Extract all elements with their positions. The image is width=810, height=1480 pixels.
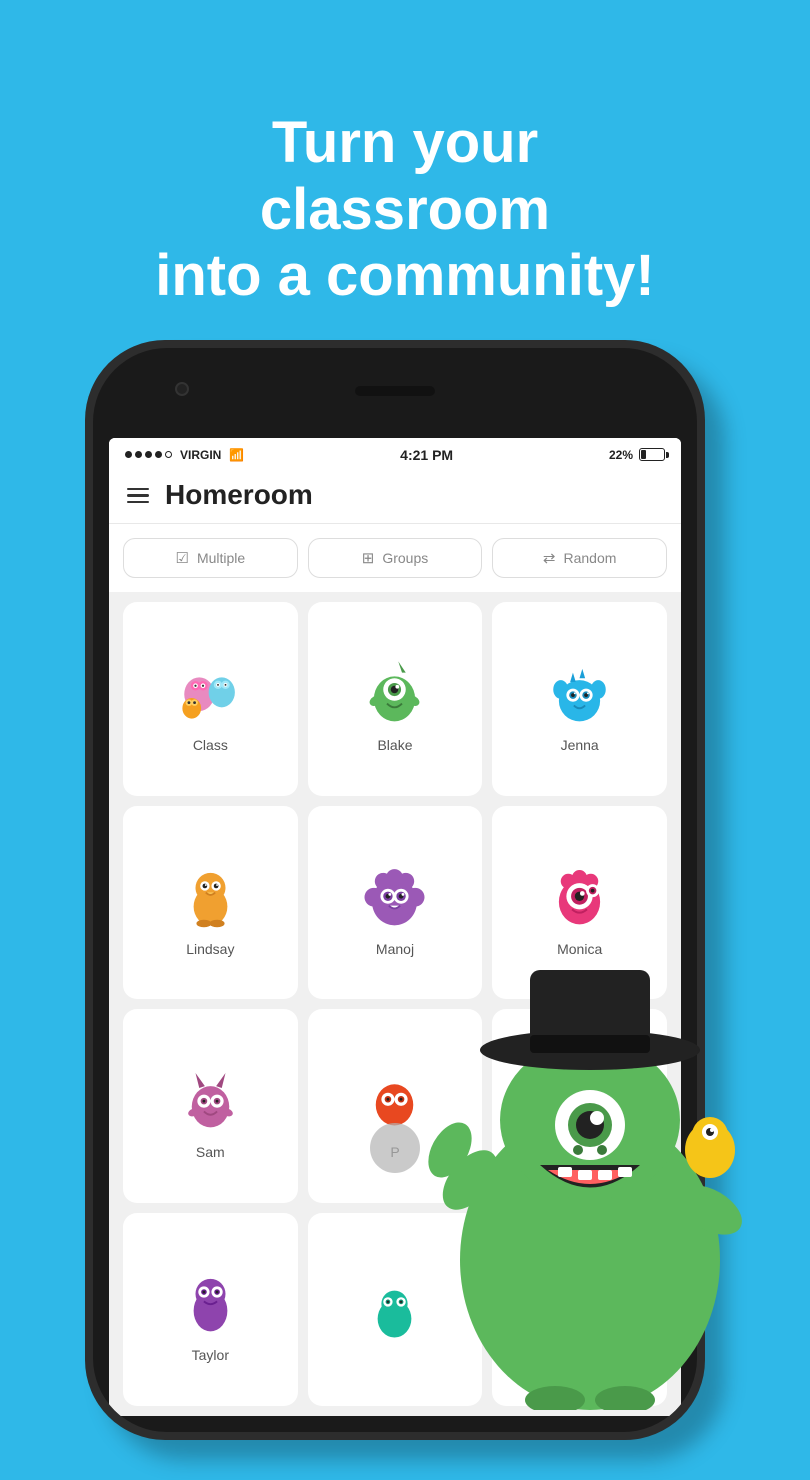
monster-green-svg <box>357 652 432 727</box>
student-card-sam[interactable]: Sam <box>123 1009 298 1202</box>
action-buttons-row: ☑ Multiple ⊞ Groups ⇄ Random <box>109 524 681 592</box>
app-title: Homeroom <box>165 479 313 511</box>
random-label: Random <box>564 550 617 566</box>
hero-line1: Turn your classroom <box>260 110 550 242</box>
avatar-jenna <box>540 649 620 729</box>
avatar-class <box>170 649 250 729</box>
groups-button[interactable]: ⊞ Groups <box>308 538 483 578</box>
random-button[interactable]: ⇄ Random <box>492 538 667 578</box>
avatar-sam <box>170 1056 250 1136</box>
student-card-extra1[interactable] <box>308 1213 483 1406</box>
student-card-blake2[interactable]: Blake <box>492 1009 667 1202</box>
student-card-class[interactable]: Class <box>123 602 298 795</box>
signal-dot-3 <box>145 451 152 458</box>
student-card-blake1[interactable]: Blake <box>308 602 483 795</box>
students-grid: Class <box>109 592 681 1416</box>
monster-purple-svg <box>357 855 432 930</box>
hamburger-line-3 <box>127 501 149 504</box>
multiple-icon: ☑ <box>175 549 188 567</box>
groups-icon: ⊞ <box>362 549 375 567</box>
phone-camera <box>175 382 189 396</box>
student-name-blake1: Blake <box>377 737 412 753</box>
groups-label: Groups <box>382 550 428 566</box>
avatar-blake2 <box>540 1056 620 1136</box>
student-name-jenna: Jenna <box>561 737 599 753</box>
signal-dot-1 <box>125 451 132 458</box>
phone-speaker <box>355 386 435 396</box>
avatar-monica <box>540 853 620 933</box>
monster-yellow-svg <box>542 1058 617 1133</box>
hamburger-line-2 <box>127 494 149 497</box>
hamburger-line-1 <box>127 488 149 491</box>
student-name-manoj: Manoj <box>376 941 414 957</box>
status-right: 22% <box>609 448 665 462</box>
signal-dot-4 <box>155 451 162 458</box>
student-name-taylor: Taylor <box>192 1347 229 1363</box>
student-card-lindsay[interactable]: Lindsay <box>123 806 298 999</box>
monster-extra1-svg <box>357 1270 432 1345</box>
signal-dots <box>125 451 172 458</box>
student-name-monica: Monica <box>557 941 602 957</box>
student-card-jenna[interactable]: Jenna <box>492 602 667 795</box>
carrier-name: VIRGIN <box>180 448 221 462</box>
random-icon: ⇄ <box>543 549 556 567</box>
avatar-lindsay <box>170 853 250 933</box>
monster-dark-svg <box>542 1270 617 1345</box>
battery-fill <box>641 450 646 459</box>
avatar-blake1 <box>355 649 435 729</box>
student-name-sam: Sam <box>196 1144 225 1160</box>
battery-icon <box>639 448 665 461</box>
monster-taylor-svg <box>173 1262 248 1337</box>
signal-dot-2 <box>135 451 142 458</box>
battery-percent: 22% <box>609 448 633 462</box>
student-card-monica[interactable]: Monica <box>492 806 667 999</box>
signal-dot-5 <box>165 451 172 458</box>
student-name-lindsay: Lindsay <box>186 941 234 957</box>
phone-inner: VIRGIN 📶 4:21 PM 22% <box>93 348 697 1432</box>
avatar-extra1 <box>355 1267 435 1347</box>
avatar-extra2 <box>540 1267 620 1347</box>
hero-section: Turn your classroom into a community! <box>0 50 810 340</box>
phone-body: VIRGIN 📶 4:21 PM 22% <box>85 340 705 1440</box>
status-bar: VIRGIN 📶 4:21 PM 22% <box>109 438 681 467</box>
student-card-taylor[interactable]: Taylor <box>123 1213 298 1406</box>
student-card-manoj[interactable]: Manoj <box>308 806 483 999</box>
hero-text: Turn your classroom into a community! <box>60 50 750 340</box>
monster-orange-svg <box>173 855 248 930</box>
multiple-button[interactable]: ☑ Multiple <box>123 538 298 578</box>
app-header: Homeroom <box>109 467 681 524</box>
status-left: VIRGIN 📶 <box>125 448 244 462</box>
multiple-label: Multiple <box>197 550 245 566</box>
phone-device: VIRGIN 📶 4:21 PM 22% <box>85 340 725 1480</box>
student-name-blake2: Blake <box>562 1144 597 1160</box>
monster-sam-svg <box>173 1058 248 1133</box>
avatar-manoj <box>355 853 435 933</box>
wifi-icon: 📶 <box>229 448 244 462</box>
student-card-p[interactable]: P <box>308 1009 483 1202</box>
monster-multi-svg <box>173 652 248 727</box>
monster-pink-svg <box>542 855 617 930</box>
student-card-extra2[interactable] <box>492 1213 667 1406</box>
hamburger-menu-icon[interactable] <box>127 488 149 504</box>
phone-screen: VIRGIN 📶 4:21 PM 22% <box>109 438 681 1416</box>
monster-blue-svg <box>542 652 617 727</box>
hero-line2: into a community! <box>155 243 654 308</box>
screen-content: VIRGIN 📶 4:21 PM 22% <box>109 438 681 1416</box>
status-time: 4:21 PM <box>400 447 453 463</box>
avatar-taylor <box>170 1259 250 1339</box>
student-name-class: Class <box>193 737 228 753</box>
